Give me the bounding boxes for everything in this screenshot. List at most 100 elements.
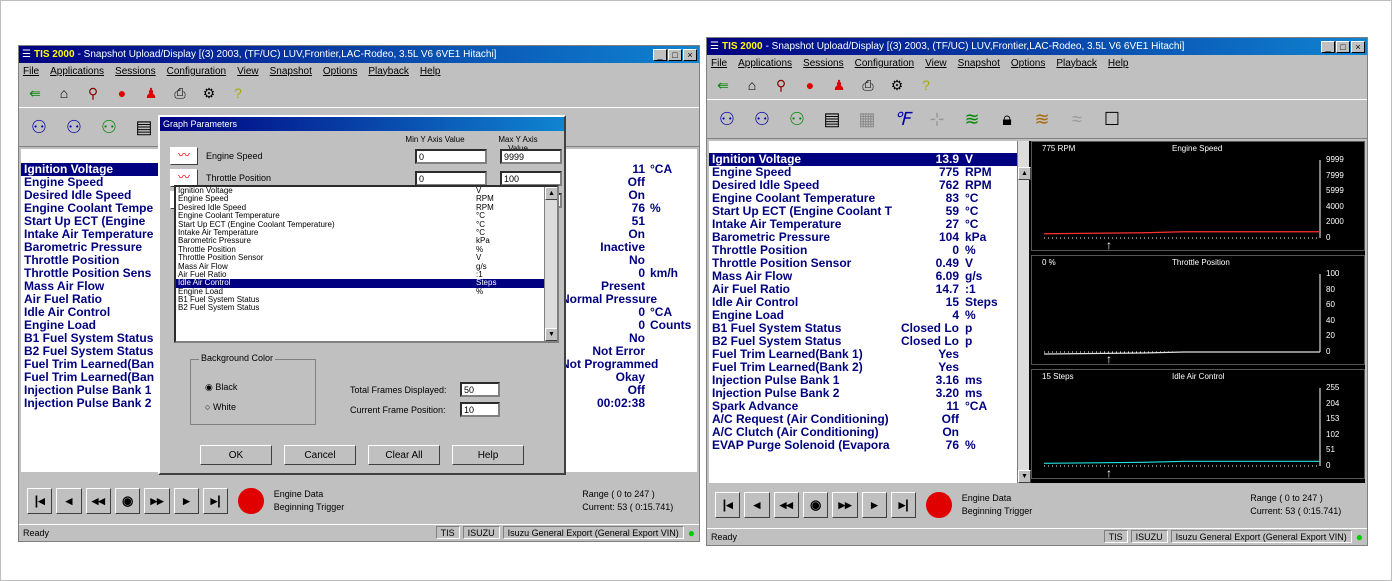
fast-forward-button[interactable]: ▸▸ xyxy=(832,492,858,518)
vehicle-icon[interactable]: ⚲ xyxy=(771,75,791,95)
print-icon[interactable]: ⎙ xyxy=(170,83,190,103)
menu-file[interactable]: File xyxy=(23,66,39,77)
min-y-input[interactable] xyxy=(415,171,487,186)
clear-all-button[interactable]: Clear All xyxy=(368,445,440,465)
stop-icon[interactable]: ● xyxy=(112,83,132,103)
record-button[interactable] xyxy=(926,492,952,518)
parameter-option[interactable]: Idle Air Control Steps xyxy=(176,278,557,288)
graph-icon[interactable]: ≋ xyxy=(958,105,986,133)
max-y-input[interactable] xyxy=(500,149,562,164)
stop-button[interactable]: ◉ xyxy=(803,492,829,518)
maximize-button[interactable]: □ xyxy=(1336,40,1350,53)
scroll-down-icon[interactable]: ▼ xyxy=(545,328,557,341)
exit-icon[interactable]: ⇚ xyxy=(25,83,45,103)
menu-sessions[interactable]: Sessions xyxy=(115,66,156,77)
fast-back-button[interactable]: ◂◂ xyxy=(773,492,800,518)
menu-sessions[interactable]: Sessions xyxy=(803,58,844,69)
units-toggle-icon[interactable]: ℉ xyxy=(888,105,916,133)
list-scrollbar[interactable]: ▲ ▼ xyxy=(544,187,557,341)
parameter-select-list[interactable]: Ignition Voltage V Engine Speed RPM Desired … xyxy=(174,185,559,343)
total-frames-input[interactable] xyxy=(460,382,500,397)
menu-view[interactable]: View xyxy=(925,58,947,69)
menu-playback[interactable]: Playback xyxy=(368,66,409,77)
menu-help[interactable]: Help xyxy=(1108,58,1129,69)
vehicle-icon[interactable]: ⚲ xyxy=(83,83,103,103)
list-view-icon[interactable]: ▤ xyxy=(818,105,846,133)
minimize-button[interactable]: _ xyxy=(1321,40,1335,53)
ok-button[interactable]: OK xyxy=(200,445,272,465)
parameter-name: A/C Clutch (Air Conditioning) xyxy=(712,425,879,439)
step-back-button[interactable]: ◂ xyxy=(744,492,770,518)
help-icon[interactable]: ? xyxy=(916,75,936,95)
scroll-down-icon[interactable]: ▼ xyxy=(1018,470,1031,483)
home-icon[interactable]: ⌂ xyxy=(742,75,762,95)
settings-icon[interactable]: ⚙ xyxy=(887,75,907,95)
minimize-button[interactable]: _ xyxy=(653,48,667,61)
menu-playback[interactable]: Playback xyxy=(1056,58,1097,69)
print-icon[interactable]: ⎙ xyxy=(858,75,878,95)
max-y-input[interactable] xyxy=(500,171,562,186)
home-icon[interactable]: ⌂ xyxy=(54,83,74,103)
record-button[interactable] xyxy=(238,488,264,514)
window-icon[interactable]: ☐ xyxy=(1098,105,1126,133)
min-y-input[interactable] xyxy=(415,149,487,164)
person-icon[interactable]: ♟ xyxy=(829,75,849,95)
person-icon[interactable]: ♟ xyxy=(141,83,161,103)
radio-white[interactable]: ○ White xyxy=(205,402,236,412)
menu-applications[interactable]: Applications xyxy=(50,66,104,77)
connect-alt-icon[interactable]: ⚇ xyxy=(60,113,88,141)
stop-button[interactable]: ◉ xyxy=(115,488,141,514)
step-forward-button[interactable]: ▸ xyxy=(173,488,200,514)
scroll-up-icon[interactable]: ▲ xyxy=(545,187,557,200)
help-button[interactable]: Help xyxy=(452,445,524,465)
current-frame-input[interactable] xyxy=(460,402,500,417)
menu-snapshot[interactable]: Snapshot xyxy=(958,58,1000,69)
last-frame-button[interactable]: ▸| xyxy=(203,488,229,514)
graph-trace-button[interactable]: 〰 xyxy=(170,147,198,165)
graph-multi-icon[interactable]: ≋ xyxy=(1028,105,1056,133)
radio-black[interactable]: ◉ Black xyxy=(205,382,237,393)
menu-view[interactable]: View xyxy=(237,66,259,77)
connect-icon[interactable]: ⚇ xyxy=(25,113,53,141)
scroll-up-icon[interactable]: ▲ xyxy=(1018,167,1031,180)
menu-applications[interactable]: Applications xyxy=(738,58,792,69)
grid-view-icon[interactable]: ▦ xyxy=(853,105,881,133)
parameter-option[interactable]: B2 Fuel System Status xyxy=(176,304,557,312)
step-forward-button[interactable]: ▸ xyxy=(861,492,888,518)
parameter-row[interactable]: EVAP Purge Solenoid (Evapora 76% xyxy=(709,439,1029,452)
menu-snapshot[interactable]: Snapshot xyxy=(270,66,312,77)
connect-alt-icon[interactable]: ⚇ xyxy=(748,105,776,133)
parameter-option[interactable]: Air Fuel Ratio:1 xyxy=(176,270,557,279)
first-frame-button[interactable]: |◂ xyxy=(27,488,53,514)
menu-help[interactable]: Help xyxy=(420,66,441,77)
first-frame-button[interactable]: |◂ xyxy=(715,492,741,518)
stop-icon[interactable]: ● xyxy=(800,75,820,95)
parameter-option[interactable]: Mass Air Flow g/s xyxy=(176,262,557,271)
step-back-button[interactable]: ◂ xyxy=(56,488,82,514)
list-view-icon[interactable]: ▤ xyxy=(130,113,158,141)
settings-icon[interactable]: ⚙ xyxy=(199,83,219,103)
menu-options[interactable]: Options xyxy=(1011,58,1045,69)
close-button[interactable]: × xyxy=(683,48,697,61)
fast-forward-button[interactable]: ▸▸ xyxy=(144,488,170,514)
close-button[interactable]: × xyxy=(1351,40,1365,53)
exit-icon[interactable]: ⇚ xyxy=(713,75,733,95)
snapshot-disabled-icon: ⊹ xyxy=(923,105,951,133)
maximize-button[interactable]: □ xyxy=(668,48,682,61)
list-scrollbar[interactable]: ▲ ▼ xyxy=(1017,141,1031,483)
connect-icon[interactable]: ⚇ xyxy=(713,105,741,133)
parameter-option[interactable]: Throttle Position Sensor V xyxy=(176,253,557,262)
menu-file[interactable]: File xyxy=(711,58,727,69)
menu-configuration[interactable]: Configuration xyxy=(167,66,226,77)
menu-configuration[interactable]: Configuration xyxy=(855,58,914,69)
lock-icon[interactable]: 🔒︎ xyxy=(993,105,1021,133)
fast-back-button[interactable]: ◂◂ xyxy=(85,488,112,514)
cancel-button[interactable]: Cancel xyxy=(284,445,356,465)
last-frame-button[interactable]: ▸| xyxy=(891,492,917,518)
help-icon[interactable]: ? xyxy=(228,83,248,103)
upload-icon[interactable]: ⚇ xyxy=(95,113,123,141)
parameter-option[interactable]: Ignition Voltage V xyxy=(176,187,557,195)
app-icon: ☰ xyxy=(22,49,31,60)
upload-icon[interactable]: ⚇ xyxy=(783,105,811,133)
menu-options[interactable]: Options xyxy=(323,66,357,77)
